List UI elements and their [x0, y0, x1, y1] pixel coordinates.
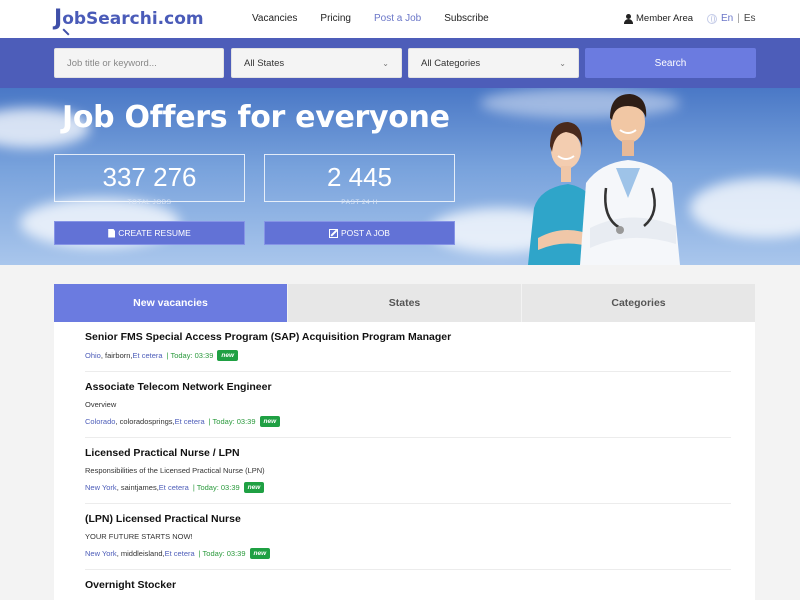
job-meta: Ohio , fairborn, Et cetera | Today: 03:3…: [85, 350, 731, 371]
tab-states[interactable]: States: [287, 284, 521, 322]
main-nav: Vacancies Pricing Post a Job Subscribe: [252, 13, 489, 24]
job-etc-link[interactable]: Et cetera: [133, 351, 163, 360]
job-title[interactable]: Associate Telecom Network Engineer: [85, 381, 731, 393]
job-list: Senior FMS Special Access Program (SAP) …: [54, 322, 755, 600]
new-badge: new: [259, 416, 281, 427]
total-jobs-count: 337 276: [102, 162, 197, 192]
new-badge: new: [243, 482, 265, 493]
job-state-link[interactable]: Colorado: [85, 417, 115, 426]
job-etc-link[interactable]: Et cetera: [165, 549, 195, 558]
job-description: Responsibilities of the Licensed Practic…: [85, 466, 265, 475]
nav-vacancies[interactable]: Vacancies: [252, 13, 297, 24]
nav-post-a-job[interactable]: Post a Job: [374, 13, 421, 24]
tab-new-vacancies[interactable]: New vacancies: [54, 284, 287, 322]
lang-es[interactable]: Es: [744, 13, 756, 24]
total-jobs-label: TOTAL JOBS: [127, 199, 172, 206]
job-time: | Today: 03:39: [166, 351, 214, 360]
logo-text: obSearchi: [62, 8, 158, 29]
search-button[interactable]: Search: [585, 48, 756, 78]
job-time: | Today: 03:39: [208, 417, 256, 426]
job-title[interactable]: Licensed Practical Nurse / LPN: [85, 447, 731, 459]
magnifier-icon: [62, 28, 70, 36]
job-item: Associate Telecom Network Engineer Overv…: [85, 372, 731, 438]
job-meta: New York , middleisland, Et cetera | Tod…: [85, 548, 731, 569]
member-area-label: Member Area: [636, 13, 694, 24]
tab-categories[interactable]: Categories: [521, 284, 755, 322]
job-city: , fairborn,: [100, 351, 133, 360]
job-item: (LPN) Licensed Practical Nurse YOUR FUTU…: [85, 504, 731, 570]
job-meta: New York , saintjames, Et cetera | Today…: [85, 482, 731, 503]
user-icon: [624, 13, 633, 24]
member-area-link[interactable]: Member Area: [624, 13, 693, 24]
job-time: | Today: 03:39: [198, 549, 246, 558]
past-24h-count: 2 445: [326, 162, 393, 192]
categories-select-value: All Categories: [421, 57, 481, 69]
past-24h-stat: 2 445 PAST 24 H: [264, 154, 455, 206]
job-state-link[interactable]: New York: [85, 483, 117, 492]
job-description: Overview: [85, 400, 117, 409]
job-title[interactable]: Overnight Stocker: [85, 579, 731, 591]
job-state-link[interactable]: New York: [85, 549, 117, 558]
logo-letter-j: J: [54, 6, 63, 31]
keyword-input[interactable]: Job title or keyword...: [54, 48, 224, 78]
job-city: , coloradosprings,: [115, 417, 175, 426]
create-resume-button[interactable]: CREATE RESUME: [54, 221, 245, 245]
job-etc-link[interactable]: Et cetera: [159, 483, 189, 492]
job-time: | Today: 03:39: [192, 483, 240, 492]
job-title[interactable]: (LPN) Licensed Practical Nurse: [85, 513, 731, 525]
nav-pricing[interactable]: Pricing: [320, 13, 351, 24]
lang-separator: |: [737, 13, 740, 24]
new-badge: new: [217, 350, 239, 361]
job-state-link[interactable]: Ohio: [85, 351, 101, 360]
post-job-label: POST A JOB: [341, 228, 390, 238]
job-title[interactable]: Senior FMS Special Access Program (SAP) …: [85, 331, 731, 343]
logo-domain: .com: [157, 8, 204, 29]
job-item: Overnight Stocker: [85, 570, 731, 591]
language-switcher: En | Es: [707, 13, 756, 24]
hero-banner: Job Offers for everyone 337 276 TOTAL JO…: [0, 88, 800, 265]
job-description: YOUR FUTURE STARTS NOW!: [85, 532, 193, 541]
states-select-value: All States: [244, 57, 285, 69]
total-jobs-stat: 337 276 TOTAL JOBS: [54, 154, 245, 206]
document-icon: [108, 228, 116, 238]
nav-subscribe[interactable]: Subscribe: [444, 13, 488, 24]
states-select[interactable]: All States ⌄: [231, 48, 402, 78]
globe-icon: [707, 13, 717, 24]
job-city: , saintjames,: [116, 483, 159, 492]
site-header: J obSearchi .com Vacancies Pricing Post a…: [0, 0, 800, 38]
search-bar: Job title or keyword... All States ⌄ All…: [0, 38, 800, 88]
job-city: , middleisland,: [116, 549, 165, 558]
job-item: Senior FMS Special Access Program (SAP) …: [85, 322, 731, 372]
new-badge: new: [249, 548, 271, 559]
site-logo[interactable]: J obSearchi .com: [54, 6, 204, 36]
chevron-down-icon: ⌄: [382, 58, 389, 68]
past-24h-label: PAST 24 H: [341, 199, 378, 206]
create-resume-label: CREATE RESUME: [118, 228, 191, 238]
post-job-button[interactable]: POST A JOB: [264, 221, 455, 245]
job-meta: Colorado , coloradosprings, Et cetera | …: [85, 416, 731, 437]
doctor-figure: [580, 94, 680, 265]
edit-icon: [329, 228, 338, 238]
chevron-down-icon: ⌄: [559, 58, 566, 68]
categories-select[interactable]: All Categories ⌄: [408, 48, 579, 78]
vacancy-tabs: New vacancies States Categories: [54, 284, 755, 322]
job-item: Licensed Practical Nurse / LPN Responsib…: [85, 438, 731, 504]
lang-en[interactable]: En: [721, 13, 733, 24]
hero-title: Job Offers for everyone: [62, 100, 450, 135]
job-etc-link[interactable]: Et cetera: [175, 417, 205, 426]
doctors-photo: [528, 94, 680, 265]
